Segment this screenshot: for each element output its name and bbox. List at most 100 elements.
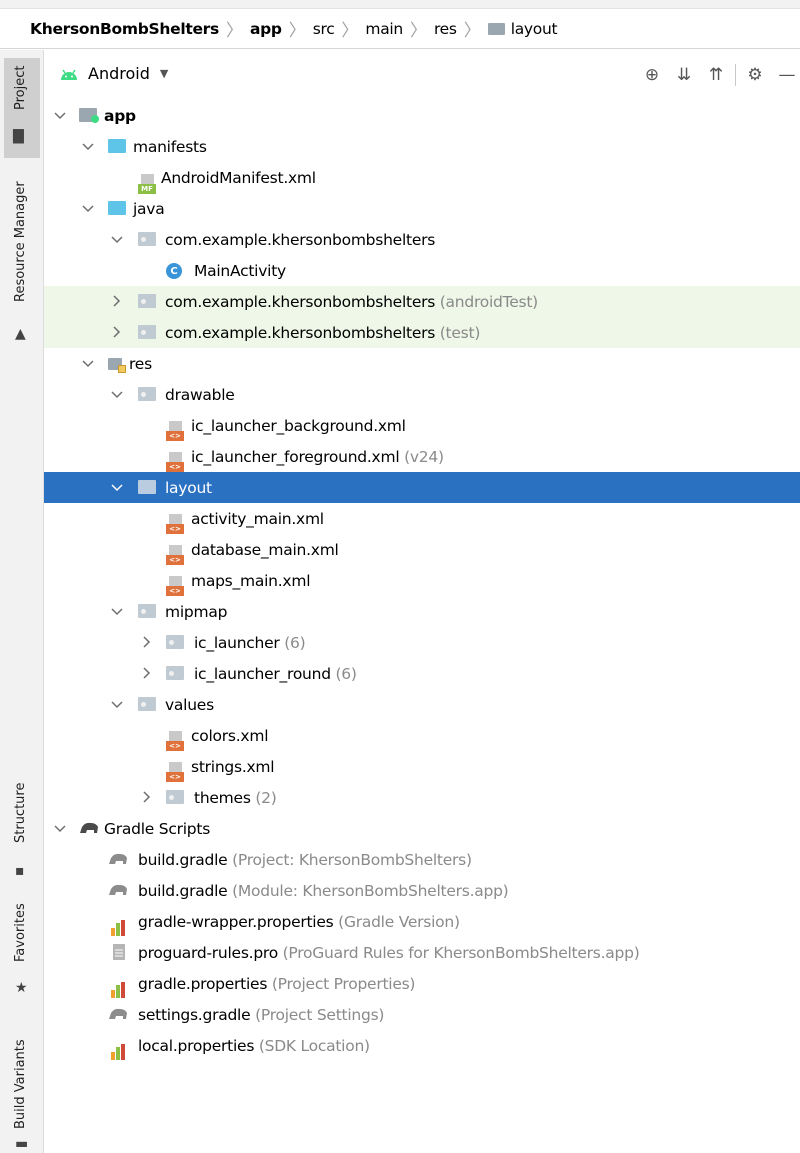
chevron-right-icon[interactable]	[140, 666, 154, 680]
tab-build-variants[interactable]: Build Variants ▬	[0, 1030, 44, 1153]
toolbar-divider	[735, 64, 736, 86]
tree-row-gradle-wrapper-properties[interactable]: gradle-wrapper.properties (Gradle Versio…	[44, 906, 800, 937]
manifest-file-icon: MF	[138, 173, 158, 194]
tree-row-settings-gradle[interactable]: settings.gradle (Project Settings)	[44, 999, 800, 1030]
tree-label: com.example.khersonbombshelters	[165, 323, 436, 342]
chevron-down-icon[interactable]	[110, 481, 124, 495]
tree-label: gradle.properties	[138, 974, 268, 993]
tree-row-ic-launcher-round[interactable]: ic_launcher_round (6)	[44, 658, 800, 689]
tree-row-res[interactable]: res	[44, 348, 800, 379]
tab-project[interactable]: Project ▇	[4, 58, 40, 158]
expand-all-icon[interactable]: ⇊	[671, 62, 697, 88]
tab-resource-manager[interactable]: Resource Manager ▲	[0, 180, 44, 350]
folder-icon	[166, 666, 184, 684]
view-mode-dropdown[interactable]: Android ▼	[88, 64, 168, 83]
xml-file-icon: <>	[166, 451, 186, 472]
chevron-right-icon[interactable]	[140, 790, 154, 804]
gradle-icon	[108, 1006, 128, 1024]
breadcrumb-separator: 〉	[409, 21, 427, 41]
tree-row-activity-main[interactable]: <> activity_main.xml	[44, 503, 800, 534]
tree-row-database-main[interactable]: <> database_main.xml	[44, 534, 800, 565]
tree-label-extra: (androidTest)	[435, 292, 538, 311]
package-icon	[138, 232, 156, 250]
chevron-down-icon[interactable]	[53, 109, 67, 123]
tree-row-maps-main[interactable]: <> maps_main.xml	[44, 565, 800, 596]
collapse-all-icon[interactable]: ⇈	[703, 62, 729, 88]
chevron-right-icon[interactable]	[110, 294, 124, 308]
breadcrumb-res[interactable]: res	[434, 20, 457, 38]
toolbar-actions: ⊕ ⇊ ⇈ ⚙ —	[633, 62, 800, 88]
chevron-down-icon[interactable]	[110, 605, 124, 619]
chevron-down-icon[interactable]	[53, 822, 67, 836]
tree-row-proguard-rules[interactable]: proguard-rules.pro (ProGuard Rules for K…	[44, 937, 800, 968]
tree-row-ic-launcher-foreground[interactable]: <> ic_launcher_foreground.xml (v24)	[44, 441, 800, 472]
tree-row-gradle-scripts[interactable]: Gradle Scripts	[44, 813, 800, 844]
tab-resource-manager-label: Resource Manager	[13, 181, 28, 302]
tree-label: values	[165, 695, 214, 714]
tree-row-colors[interactable]: <> colors.xml	[44, 720, 800, 751]
gear-icon[interactable]: ⚙	[742, 62, 768, 88]
tree-row-build-gradle-project[interactable]: build.gradle (Project: KhersonBombShelte…	[44, 844, 800, 875]
gradle-icon	[108, 882, 128, 900]
breadcrumb-separator: 〉	[463, 21, 481, 41]
folder-icon	[138, 480, 156, 498]
gradle-icon	[108, 851, 128, 869]
minimize-icon[interactable]: —	[774, 62, 800, 88]
xml-file-icon: <>	[166, 730, 186, 751]
tree-label: app	[104, 106, 136, 125]
breadcrumb-app[interactable]: app	[250, 20, 282, 38]
breadcrumb-layout[interactable]: layout	[511, 20, 558, 38]
tree-row-local-properties[interactable]: local.properties (SDK Location)	[44, 1030, 800, 1061]
chevron-down-icon[interactable]	[81, 202, 95, 216]
class-icon: C	[166, 263, 182, 279]
breadcrumb-project[interactable]: KhersonBombShelters	[30, 20, 219, 38]
tab-structure[interactable]: Structure ▪	[0, 782, 44, 885]
tree-row-java[interactable]: java	[44, 193, 800, 224]
chevron-right-icon[interactable]	[110, 325, 124, 339]
tree-row-values[interactable]: values	[44, 689, 800, 720]
tree-row-ic-launcher[interactable]: ic_launcher (6)	[44, 627, 800, 658]
tree-label-extra: (SDK Location)	[254, 1036, 370, 1055]
chevron-down-icon[interactable]	[81, 140, 95, 154]
chevron-down-icon[interactable]	[110, 233, 124, 247]
structure-icon: ▪	[15, 863, 25, 879]
tree-row-strings[interactable]: <> strings.xml	[44, 751, 800, 782]
package-icon	[138, 325, 156, 343]
chevron-down-icon[interactable]	[110, 698, 124, 712]
tab-favorites[interactable]: Favorites ★	[0, 903, 44, 1015]
tree-row-package-android-test[interactable]: com.example.khersonbombshelters (android…	[44, 286, 800, 317]
tab-project-label: Project	[13, 65, 28, 110]
tab-structure-label: Structure	[13, 782, 28, 843]
tree-row-layout[interactable]: layout	[44, 472, 800, 503]
tree-label-extra: (Project Settings)	[250, 1005, 385, 1024]
locate-icon[interactable]: ⊕	[639, 62, 665, 88]
tree-row-mipmap[interactable]: mipmap	[44, 596, 800, 627]
tree-row-ic-launcher-background[interactable]: <> ic_launcher_background.xml	[44, 410, 800, 441]
tab-favorites-label: Favorites	[13, 903, 28, 962]
breadcrumb-main[interactable]: main	[365, 20, 403, 38]
breadcrumb-separator: 〉	[225, 21, 243, 41]
tree-label: activity_main.xml	[191, 509, 324, 528]
tree-label: ic_launcher_round	[194, 664, 331, 683]
breadcrumb-src[interactable]: src	[313, 20, 335, 38]
tree-row-gradle-properties[interactable]: gradle.properties (Project Properties)	[44, 968, 800, 999]
tree-label: colors.xml	[191, 726, 269, 745]
tree-label-extra: (2)	[250, 788, 277, 807]
tree-row-main-activity[interactable]: C MainActivity	[44, 255, 800, 286]
tree-row-package-test[interactable]: com.example.khersonbombshelters (test)	[44, 317, 800, 348]
chevron-right-icon[interactable]	[140, 635, 154, 649]
tree-label: Gradle Scripts	[104, 819, 211, 838]
chevron-down-icon[interactable]	[81, 357, 95, 371]
tree-row-android-manifest[interactable]: MF AndroidManifest.xml	[44, 162, 800, 194]
tree-row-package[interactable]: com.example.khersonbombshelters	[44, 224, 800, 255]
tree-label: drawable	[165, 385, 235, 404]
folder-icon	[166, 790, 184, 808]
tree-row-drawable[interactable]: drawable	[44, 379, 800, 410]
tree-label: java	[133, 199, 165, 218]
chevron-down-icon[interactable]	[110, 388, 124, 402]
tree-label: AndroidManifest.xml	[161, 168, 316, 187]
tree-row-app[interactable]: app	[44, 100, 800, 131]
tree-row-build-gradle-module[interactable]: build.gradle (Module: KhersonBombShelter…	[44, 875, 800, 906]
tree-row-manifests[interactable]: manifests	[44, 131, 800, 162]
tree-row-themes[interactable]: themes (2)	[44, 782, 800, 813]
